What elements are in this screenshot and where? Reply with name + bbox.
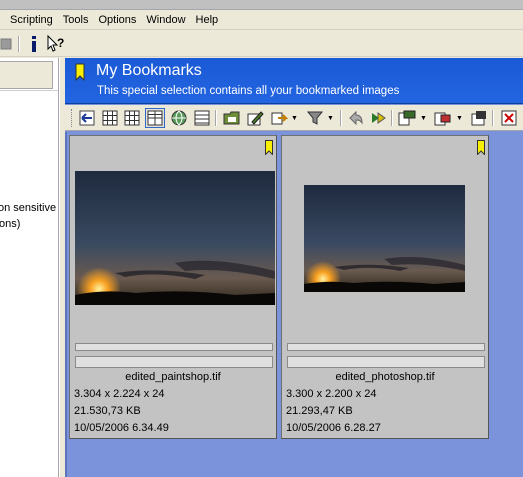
svg-text:?: ? — [57, 36, 64, 50]
undo-icon[interactable] — [346, 108, 366, 128]
progress-bar — [75, 356, 273, 368]
menu-options[interactable]: Options — [93, 11, 141, 29]
toolbar-grip — [71, 109, 74, 127]
edit-icon[interactable] — [245, 108, 265, 128]
bookmarks-panel: My Bookmarks This special selection cont… — [65, 58, 523, 477]
toolbar-separator — [215, 110, 217, 126]
bookmark-flag-icon — [75, 63, 85, 82]
view-toolbar: ▼ ▼ ▼ ▼ — [65, 105, 523, 131]
go-back-icon[interactable] — [77, 108, 97, 128]
menu-scripting[interactable]: Scripting — [5, 11, 58, 29]
menu-tools[interactable]: Tools — [58, 11, 94, 29]
left-panel-divider — [0, 90, 58, 91]
image-dimensions: 3.300 x 2.200 x 24 — [286, 388, 377, 400]
image-date: 10/05/2006 6.34.49 — [74, 422, 169, 434]
menu-help[interactable]: Help — [191, 11, 224, 29]
menu-window[interactable]: Window — [141, 11, 190, 29]
delete-icon[interactable] — [499, 108, 519, 128]
image-size: 21.293,47 KB — [286, 405, 353, 417]
bookmark-flag-icon — [265, 140, 273, 156]
info-icon[interactable] — [24, 34, 44, 54]
toolbar-separator — [18, 36, 20, 52]
batch-icon[interactable] — [269, 108, 289, 128]
image-date: 10/05/2006 6.28.27 — [286, 422, 381, 434]
image-filename: edited_paintshop.tif — [125, 371, 221, 383]
bookmarks-banner: My Bookmarks This special selection cont… — [65, 58, 523, 104]
toolbar-separator — [492, 110, 494, 126]
open-folder-icon[interactable] — [222, 108, 242, 128]
copy-to-icon[interactable] — [397, 108, 417, 128]
details-icon[interactable] — [192, 108, 212, 128]
next-icon[interactable] — [369, 108, 389, 128]
chevron-down-icon[interactable]: ▼ — [291, 115, 298, 122]
grid-medium-icon[interactable] — [122, 108, 142, 128]
grid-small-icon[interactable] — [100, 108, 120, 128]
whats-this-help-icon[interactable]: ? — [46, 34, 66, 54]
chevron-down-icon[interactable]: ▼ — [420, 115, 427, 122]
grid-large-icon[interactable] — [145, 108, 165, 128]
globe-icon[interactable] — [169, 108, 189, 128]
image-filename: edited_photoshop.tif — [335, 371, 435, 383]
rotate-icon[interactable] — [469, 108, 489, 128]
chevron-down-icon[interactable]: ▼ — [456, 115, 463, 122]
page-title: My Bookmarks — [96, 62, 202, 79]
gray-square-icon[interactable] — [0, 34, 16, 54]
progress-bar — [287, 343, 485, 351]
progress-bar — [75, 343, 273, 351]
thumbnail-area: edited_paintshop.tif 3.304 x 2.224 x 24 … — [65, 132, 523, 477]
image-size: 21.530,73 KB — [74, 405, 141, 417]
left-panel-header — [0, 61, 53, 89]
main-toolbar: ? — [0, 31, 523, 57]
image-thumbnail-card[interactable]: edited_paintshop.tif 3.304 x 2.224 x 24 … — [69, 135, 277, 439]
chevron-down-icon[interactable]: ▼ — [327, 115, 334, 122]
image-dimensions: 3.304 x 2.224 x 24 — [74, 388, 165, 400]
menu-bar: Scripting Tools Options Window Help — [0, 10, 523, 30]
left-panel-text-line: ons) — [0, 218, 21, 230]
filter-icon[interactable] — [305, 108, 325, 128]
image-thumbnail[interactable] — [304, 185, 465, 297]
left-panel-text-line: on sensitive — [0, 202, 57, 214]
move-to-icon[interactable] — [433, 108, 453, 128]
toolbar-separator — [391, 110, 393, 126]
image-thumbnail-card[interactable]: edited_photoshop.tif 3.300 x 2.200 x 24 … — [281, 135, 489, 439]
image-thumbnail[interactable] — [75, 171, 275, 311]
progress-bar — [287, 356, 485, 368]
bookmark-flag-icon — [477, 140, 485, 156]
window-title-strip — [0, 0, 523, 10]
page-subtitle: This special selection contains all your… — [97, 85, 400, 97]
toolbar-separator — [340, 110, 342, 126]
left-panel: on sensitive ons) — [0, 58, 59, 477]
